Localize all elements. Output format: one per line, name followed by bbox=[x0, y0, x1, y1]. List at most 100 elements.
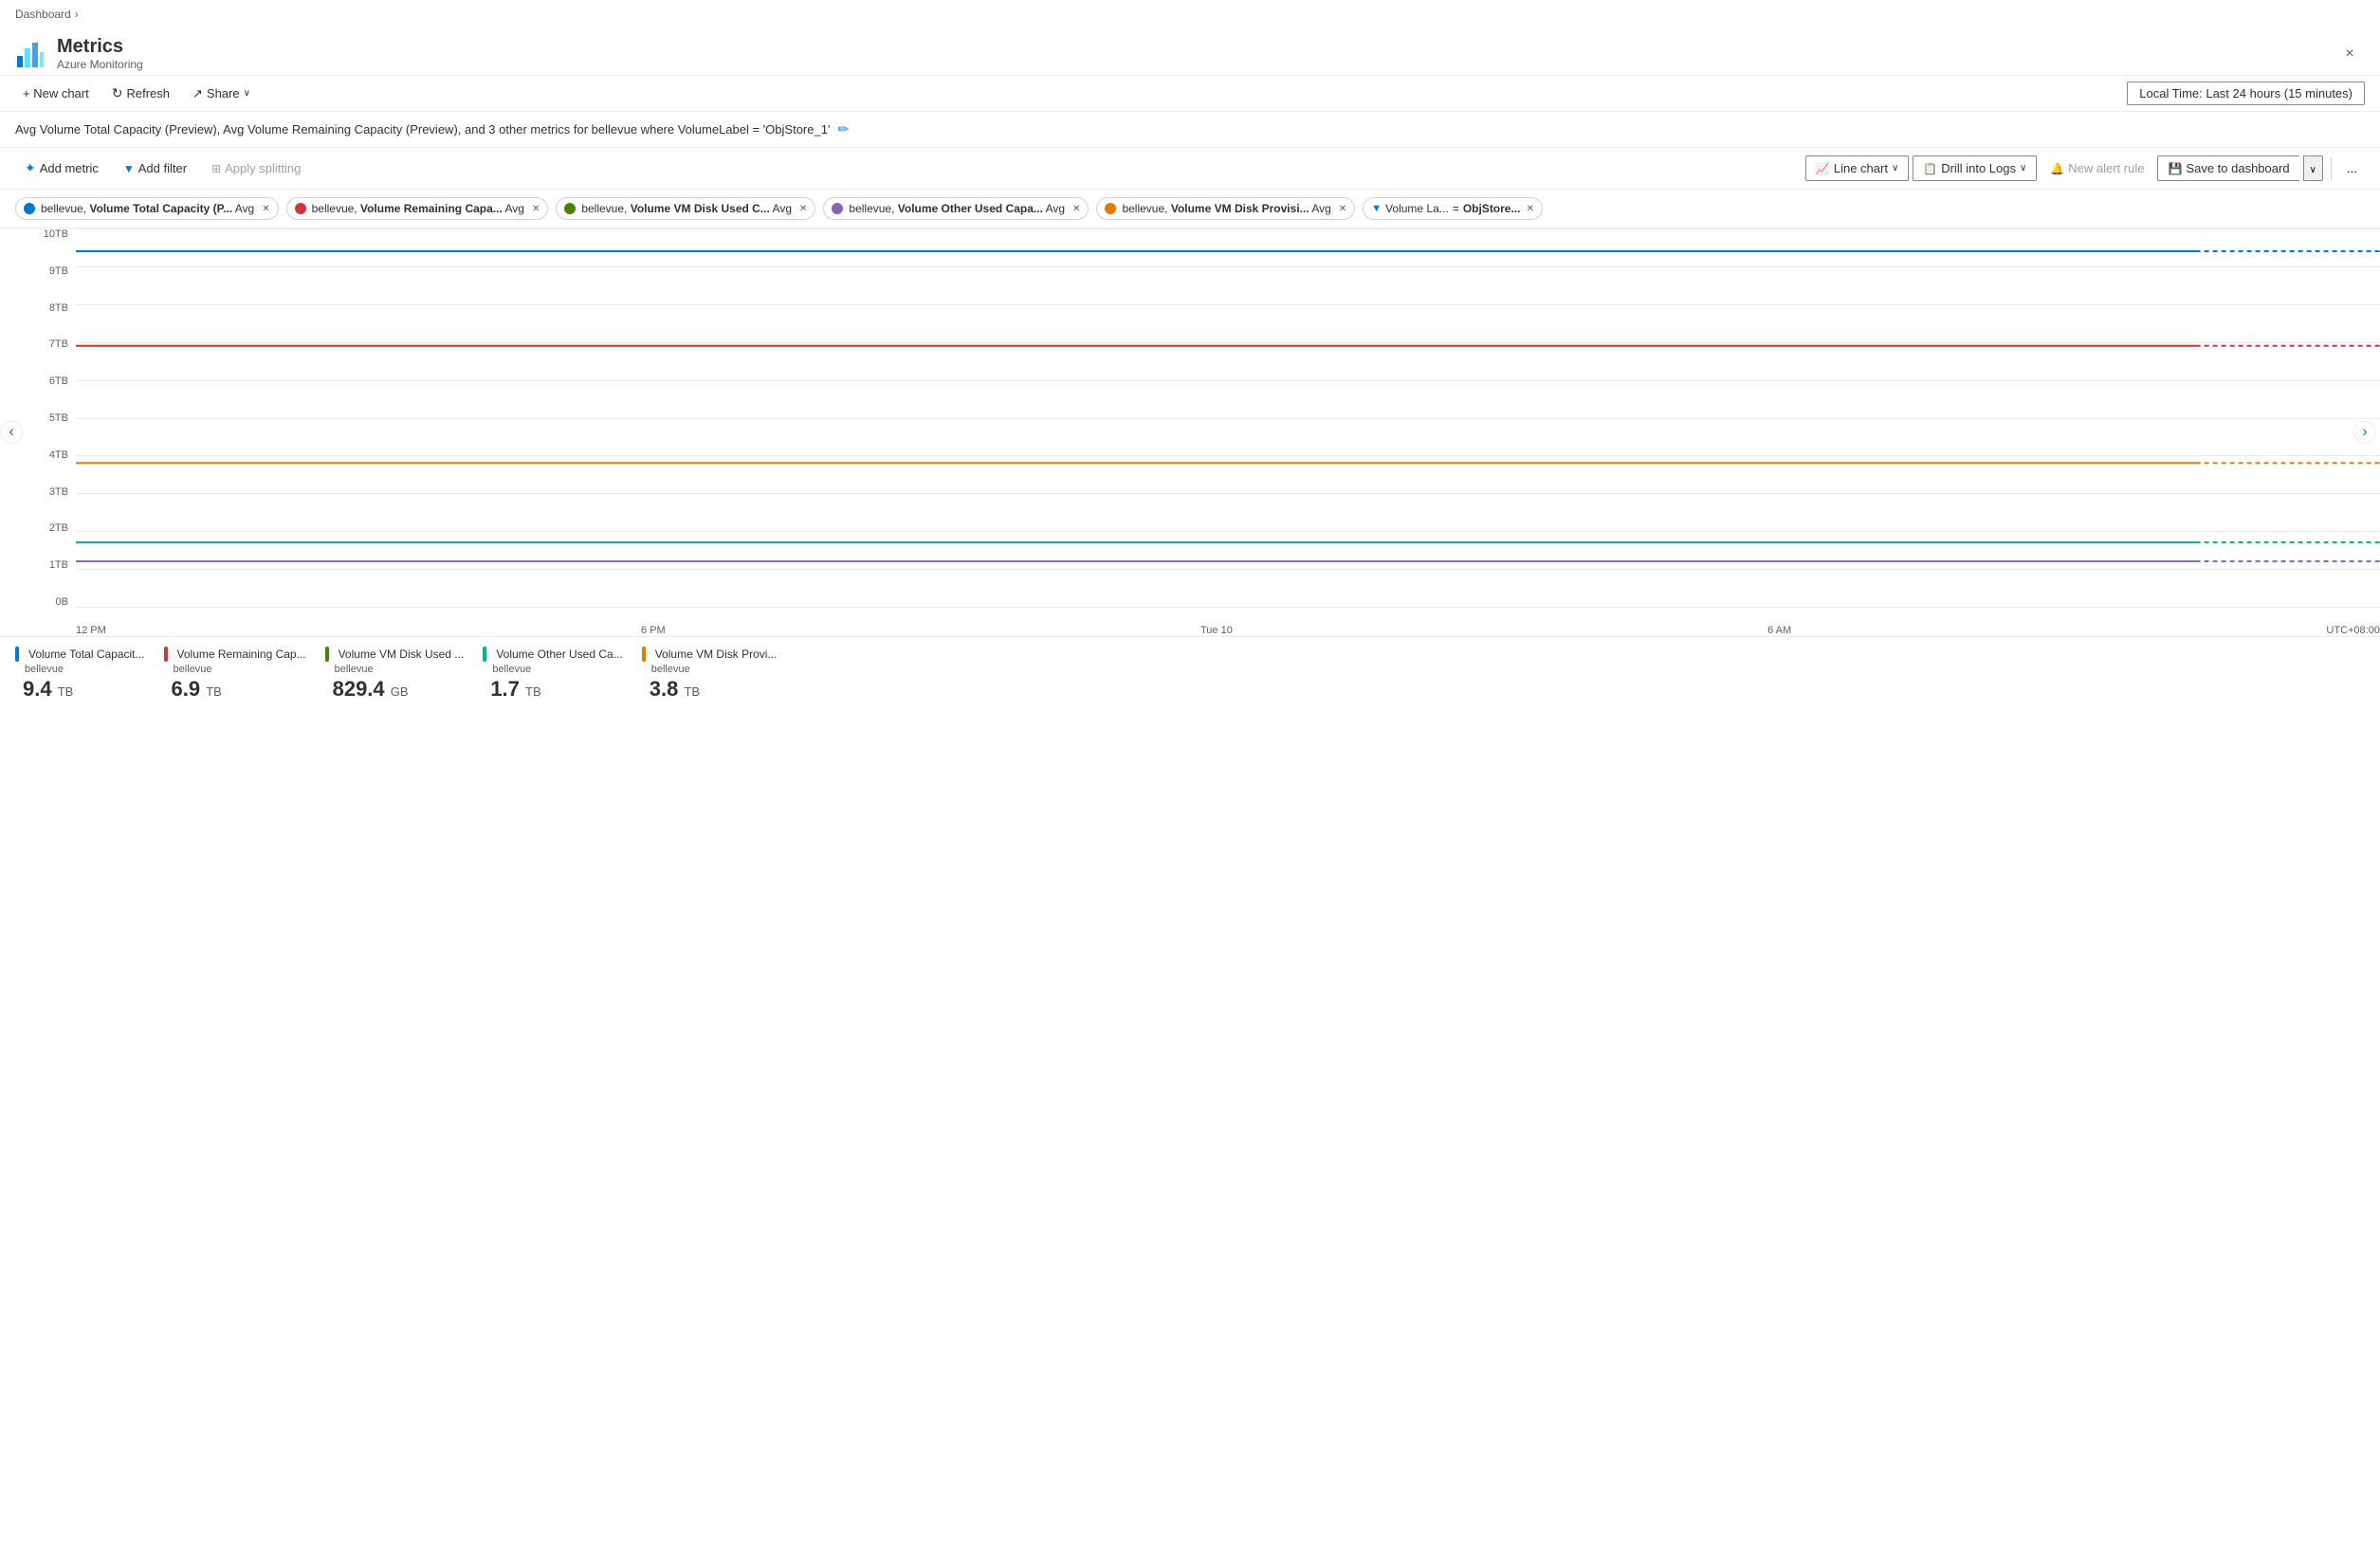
new-alert-rule-label: New alert rule bbox=[2068, 161, 2144, 175]
refresh-label: Refresh bbox=[126, 86, 170, 100]
add-metric-label: Add metric bbox=[40, 161, 99, 175]
legend-4-color bbox=[483, 647, 486, 662]
metric-2-close[interactable]: ✕ bbox=[532, 204, 540, 214]
legend-5-color bbox=[642, 647, 646, 662]
metric-3-color-icon bbox=[564, 203, 576, 214]
legend-3-color bbox=[325, 647, 329, 662]
breadcrumb[interactable]: Dashboard › bbox=[0, 0, 2380, 28]
metric-tag-2: bellevue, Volume Remaining Capa... Avg ✕ bbox=[286, 197, 549, 220]
chart-controls-right: 📈 Line chart ∨ 📋 Drill into Logs ∨ 🔔 New… bbox=[1805, 155, 2365, 181]
legend-1-name: Volume Total Capacit... bbox=[15, 647, 145, 662]
x-label-tue10: Tue 10 bbox=[1200, 625, 1233, 636]
chart-container: 10TB 9TB 8TB 7TB 6TB 5TB 4TB 3TB 2TB 1TB… bbox=[19, 228, 2380, 636]
metric-tag-3: bellevue, Volume VM Disk Used C... Avg ✕ bbox=[556, 197, 815, 220]
drill-into-logs-button[interactable]: 📋 Drill into Logs ∨ bbox=[1913, 155, 2037, 181]
x-label-6pm: 6 PM bbox=[641, 625, 666, 636]
chart-title: Avg Volume Total Capacity (Preview), Avg… bbox=[15, 122, 830, 137]
legend-5-server: bellevue bbox=[651, 664, 778, 675]
app-icon bbox=[15, 39, 46, 69]
legend-3-unit: GB bbox=[391, 684, 409, 699]
apply-splitting-button[interactable]: ⊞ Apply splitting bbox=[202, 156, 310, 180]
new-chart-button[interactable]: + New chart bbox=[15, 82, 97, 104]
legend-1-color bbox=[15, 647, 19, 662]
x-label-6am: 6 AM bbox=[1767, 625, 1791, 636]
chart-controls: ✦ Add metric ▼ Add filter ⊞ Apply splitt… bbox=[0, 148, 2380, 190]
refresh-button[interactable]: ↻ Refresh bbox=[104, 82, 177, 105]
metric-3-close[interactable]: ✕ bbox=[799, 204, 807, 214]
x-label-12pm: 12 PM bbox=[76, 625, 106, 636]
save-icon: 💾 bbox=[2168, 162, 2182, 175]
line-chart-button[interactable]: 📈 Line chart ∨ bbox=[1805, 155, 1909, 181]
legend-1-server: bellevue bbox=[25, 664, 145, 675]
y-label-4tb: 4TB bbox=[49, 449, 68, 461]
refresh-icon: ↻ bbox=[112, 85, 123, 101]
drill-logs-icon: 📋 bbox=[1923, 162, 1937, 175]
legend-item-4: Volume Other Used Ca... bellevue 1.7 TB bbox=[483, 647, 622, 702]
y-label-9tb: 9TB bbox=[49, 265, 68, 277]
line-chart-chevron: ∨ bbox=[1892, 163, 1898, 173]
line-chart-icon: 📈 bbox=[1816, 162, 1830, 175]
breadcrumb-link[interactable]: Dashboard bbox=[15, 8, 71, 21]
header-left: Metrics Azure Monitoring bbox=[15, 36, 143, 71]
share-label: Share bbox=[207, 86, 240, 100]
legend-item-3: Volume VM Disk Used ... bellevue 829.4 G… bbox=[325, 647, 465, 702]
apply-splitting-icon: ⊞ bbox=[211, 162, 221, 175]
chart-controls-left: ✦ Add metric ▼ Add filter ⊞ Apply splitt… bbox=[15, 155, 310, 181]
metric-5-color-icon bbox=[1105, 203, 1116, 214]
filter-op: = bbox=[1453, 202, 1459, 215]
line-chart-label: Line chart bbox=[1834, 161, 1888, 175]
y-axis: 10TB 9TB 8TB 7TB 6TB 5TB 4TB 3TB 2TB 1TB… bbox=[19, 228, 76, 608]
chart-title-bar: Avg Volume Total Capacity (Preview), Avg… bbox=[0, 112, 2380, 148]
divider bbox=[2331, 157, 2332, 180]
y-label-3tb: 3TB bbox=[49, 486, 68, 498]
metric-1-color-icon bbox=[24, 203, 35, 214]
close-button[interactable]: × bbox=[2334, 39, 2365, 69]
legend-4-name: Volume Other Used Ca... bbox=[483, 647, 622, 662]
x-axis: 12 PM 6 PM Tue 10 6 AM UTC+08:00 bbox=[76, 625, 2380, 636]
metric-4-label: bellevue, Volume Other Used Capa... Avg bbox=[849, 202, 1065, 215]
add-metric-icon: ✦ bbox=[25, 160, 36, 176]
filter-icon: ▼ bbox=[1371, 203, 1382, 214]
filter-value: ObjStore... bbox=[1463, 202, 1521, 215]
metric-tag-5: bellevue, Volume VM Disk Provisi... Avg … bbox=[1096, 197, 1355, 220]
chart-svg bbox=[76, 228, 2380, 607]
save-to-dashboard-button[interactable]: 💾 Save to dashboard bbox=[2157, 155, 2298, 181]
legend-2-unit: TB bbox=[206, 684, 222, 699]
drill-logs-chevron: ∨ bbox=[2020, 163, 2026, 173]
edit-icon[interactable]: ✏ bbox=[837, 121, 849, 137]
app-title: Metrics bbox=[57, 36, 143, 58]
legend-item-1: Volume Total Capacit... bellevue 9.4 TB bbox=[15, 647, 145, 702]
add-metric-button[interactable]: ✦ Add metric bbox=[15, 155, 108, 181]
app-title-block: Metrics Azure Monitoring bbox=[57, 36, 143, 71]
y-label-2tb: 2TB bbox=[49, 522, 68, 534]
legend-5-unit: TB bbox=[684, 684, 700, 699]
metric-2-color-icon bbox=[295, 203, 306, 214]
share-button[interactable]: ↗ Share ∨ bbox=[185, 82, 258, 105]
app-subtitle: Azure Monitoring bbox=[57, 58, 143, 71]
metric-4-close[interactable]: ✕ bbox=[1072, 204, 1080, 214]
save-chevron-button[interactable]: ∨ bbox=[2303, 155, 2323, 181]
breadcrumb-arrow: › bbox=[75, 8, 79, 21]
y-label-10tb: 10TB bbox=[44, 228, 68, 240]
new-alert-rule-button[interactable]: 🔔 New alert rule bbox=[2041, 156, 2153, 180]
legend-2-color bbox=[164, 647, 168, 662]
metric-tag-4: bellevue, Volume Other Used Capa... Avg … bbox=[823, 197, 1089, 220]
legend-1-value: 9.4 TB bbox=[23, 677, 145, 702]
app-header: Metrics Azure Monitoring × bbox=[0, 28, 2380, 76]
metric-3-label: bellevue, Volume VM Disk Used C... Avg bbox=[581, 202, 792, 215]
metric-5-close[interactable]: ✕ bbox=[1339, 204, 1346, 214]
legend-5-value: 3.8 TB bbox=[650, 677, 778, 702]
legend-item-2: Volume Remaining Cap... bellevue 6.9 TB bbox=[164, 647, 306, 702]
y-label-1tb: 1TB bbox=[49, 559, 68, 571]
y-label-0b: 0B bbox=[56, 596, 68, 608]
metric-1-close[interactable]: ✕ bbox=[262, 204, 269, 214]
alert-rule-icon: 🔔 bbox=[2050, 162, 2064, 175]
more-options-button[interactable]: ... bbox=[2339, 156, 2365, 180]
add-filter-button[interactable]: ▼ Add filter bbox=[114, 156, 196, 180]
metric-tag-1: bellevue, Volume Total Capacity (P... Av… bbox=[15, 197, 279, 220]
metric-2-label: bellevue, Volume Remaining Capa... Avg bbox=[312, 202, 524, 215]
time-range-button[interactable]: Local Time: Last 24 hours (15 minutes) bbox=[2127, 82, 2365, 105]
filter-close[interactable]: ✕ bbox=[1527, 204, 1534, 214]
y-label-5tb: 5TB bbox=[49, 412, 68, 424]
toolbar-left: + New chart ↻ Refresh ↗ Share ∨ bbox=[15, 82, 258, 105]
